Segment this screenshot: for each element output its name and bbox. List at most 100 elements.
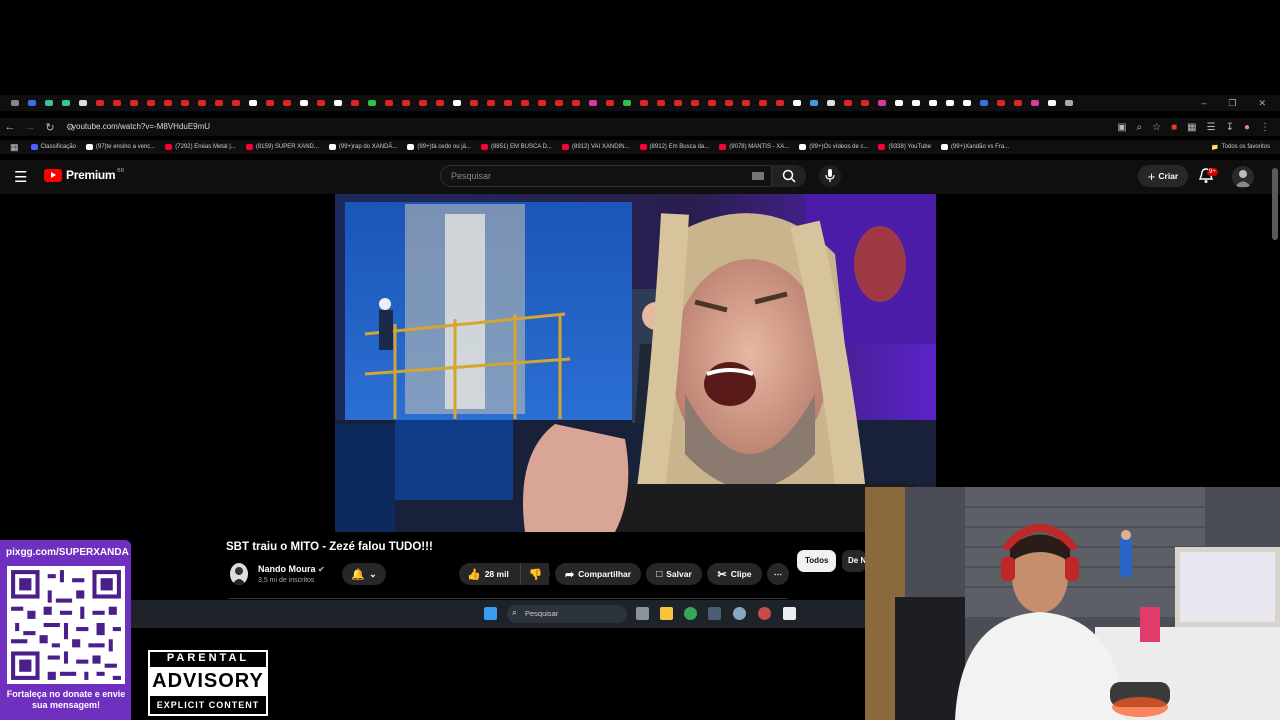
browser-tab[interactable] [584,95,601,111]
subscription-bell-button[interactable]: 🔔 ⌄ [342,563,386,585]
browser-tab[interactable] [958,95,975,111]
browser-tab[interactable] [839,95,856,111]
kebab-menu-icon[interactable]: ⋮ [1260,122,1270,133]
page-scrollbar[interactable] [1272,168,1278,240]
browser-tab[interactable] [771,95,788,111]
browser-tab[interactable] [703,95,720,111]
browser-tab[interactable] [431,95,448,111]
minimize-icon[interactable]: – [1201,98,1206,108]
app-icon[interactable] [758,607,771,620]
browser-tab[interactable] [737,95,754,111]
browser-tab[interactable] [278,95,295,111]
browser-tab[interactable] [686,95,703,111]
browser-tab[interactable] [261,95,278,111]
browser-tab[interactable] [57,95,74,111]
star-icon[interactable]: ☆ [1152,122,1161,133]
browser-tab[interactable] [822,95,839,111]
create-button[interactable]: + Criar [1138,165,1188,187]
clip-button[interactable]: ✂ Clipe [707,563,762,585]
browser-tab[interactable] [856,95,873,111]
browser-tab[interactable] [448,95,465,111]
browser-tab[interactable] [23,95,40,111]
browser-tab[interactable] [108,95,125,111]
close-icon[interactable]: ✕ [1258,98,1266,109]
browser-tab[interactable] [397,95,414,111]
install-icon[interactable]: ▣ [1117,122,1126,133]
reload-icon[interactable]: ↻ [40,121,60,134]
browser-tab[interactable] [499,95,516,111]
browser-tab[interactable] [142,95,159,111]
browser-tab[interactable] [1060,95,1077,111]
browser-tab[interactable] [380,95,397,111]
browser-tab[interactable] [312,95,329,111]
browser-tab[interactable] [1009,95,1026,111]
browser-tab[interactable] [1043,95,1060,111]
browser-tab[interactable] [992,95,1009,111]
video-player[interactable] [335,194,936,532]
share-button[interactable]: ➦ Compartilhar [555,563,641,585]
settings-icon[interactable] [733,607,746,620]
browser-tab[interactable] [516,95,533,111]
browser-tab[interactable] [295,95,312,111]
browser-tab[interactable] [176,95,193,111]
browser-tab[interactable] [40,95,57,111]
browser-tab[interactable] [873,95,890,111]
bookmark-item[interactable]: (97)te ensino a venc... [85,144,155,150]
all-bookmarks-folder[interactable]: 📁 Todos os favoritos [1211,144,1270,151]
url-field[interactable]: youtube.com/watch?v=-M8VHduE9mU [72,118,210,136]
sidebar-icon[interactable]: ☰ [1207,122,1216,133]
back-icon[interactable]: ← [0,121,20,133]
browser-tab[interactable] [652,95,669,111]
browser-tab[interactable] [890,95,907,111]
chip-de[interactable]: De N [842,550,866,572]
profile-icon[interactable]: ● [1244,122,1250,133]
chip-todos[interactable]: Todos [797,550,837,572]
browser-tab[interactable] [329,95,346,111]
bookmark-item[interactable]: (8159) SUPER XAND... [245,144,319,150]
windows-start-icon[interactable] [484,607,497,620]
account-avatar[interactable] [1232,166,1254,188]
search-input[interactable]: Pesquisar [440,165,772,187]
bookmark-item[interactable]: (99+)rap do XANDÃ... [328,144,397,150]
extension-red-icon[interactable]: ■ [1171,122,1177,133]
maximize-icon[interactable]: ❐ [1228,98,1236,109]
browser-tab[interactable] [754,95,771,111]
document-icon[interactable] [783,607,796,620]
bookmark-item[interactable]: (99+)Os vídeos de c... [799,144,868,150]
bookmark-item[interactable]: Classificação [30,144,76,150]
browser-tab[interactable] [210,95,227,111]
browser-tab[interactable] [74,95,91,111]
browser-tab[interactable] [601,95,618,111]
taskbar-search-input[interactable]: Pesquisar [507,605,627,623]
bookmark-item[interactable]: (99+)Xandão vs Fra... [940,144,1009,150]
browser-tab[interactable] [550,95,567,111]
browser-tab[interactable] [125,95,142,111]
browser-tab[interactable] [482,95,499,111]
apps-grid-icon[interactable]: ▦ [10,142,19,153]
bookmark-item[interactable]: (8912) VAI XANDIN... [561,144,630,150]
bookmark-item[interactable]: (9338) YouTube [878,144,931,150]
bookmark-item[interactable]: (8912) Em Busca da... [639,144,709,150]
extensions-icon[interactable]: ▦ [1187,122,1196,133]
browser-tab[interactable] [618,95,635,111]
more-actions-button[interactable]: ⋯ [767,563,789,585]
zoom-icon[interactable]: ⌕ [1137,122,1143,133]
bookmark-item[interactable]: (99+)tá cedo ou já... [407,144,471,150]
browser-tab[interactable] [91,95,108,111]
bookmark-item[interactable]: (9078) MANTIS - XA... [719,144,789,150]
hamburger-menu-icon[interactable]: ☰ [14,168,30,186]
browser-tab[interactable] [414,95,431,111]
browser-tab[interactable] [465,95,482,111]
browser-tab[interactable] [244,95,261,111]
forward-icon[interactable]: → [20,121,40,133]
browser-tab[interactable] [6,95,23,111]
browser-tab[interactable] [159,95,176,111]
bookmark-item[interactable]: (8851) EM BUSCA D... [480,144,552,150]
channel-name[interactable]: Nando Moura ✔ [258,564,325,574]
task-view-icon[interactable] [636,607,649,620]
steam-icon[interactable] [708,607,721,620]
browser-tab[interactable] [346,95,363,111]
browser-tab[interactable] [635,95,652,111]
youtube-premium-logo[interactable]: Premium BR [44,168,124,182]
browser-tab[interactable] [907,95,924,111]
